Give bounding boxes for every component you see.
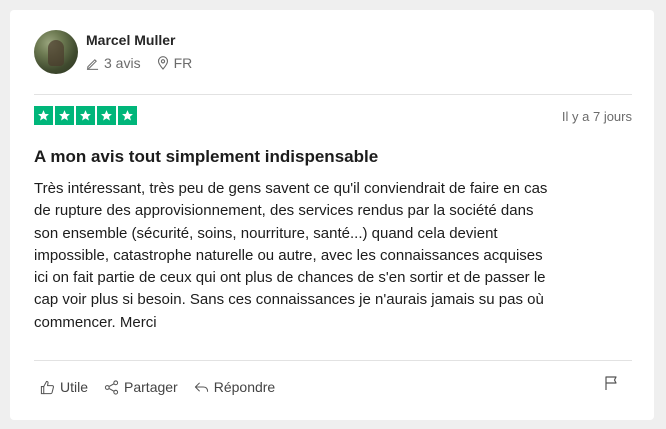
star-icon bbox=[118, 106, 137, 125]
thumbs-up-icon bbox=[40, 380, 54, 394]
reply-button[interactable]: Répondre bbox=[194, 379, 276, 395]
review-body-line: cap voir plus si besoin. Sans ces connai… bbox=[34, 291, 544, 309]
review-body-line: Très intéressant, très peu de gens saven… bbox=[34, 180, 548, 197]
useful-button[interactable]: Utile bbox=[40, 379, 88, 395]
reply-icon bbox=[194, 381, 208, 392]
flag-icon bbox=[605, 376, 617, 390]
reviewer-meta: 3 avis FR bbox=[86, 55, 192, 71]
review-body-line: ici on fait partie de ceux qui ont plus … bbox=[34, 269, 546, 287]
review-body: Très intéressant, très peu de gens saven… bbox=[34, 178, 634, 334]
divider bbox=[34, 94, 632, 95]
share-button[interactable]: Partager bbox=[104, 379, 178, 395]
star-icon bbox=[55, 106, 74, 125]
review-body-line: impossible, catastrophe naturelle ou aut… bbox=[34, 246, 543, 264]
share-label: Partager bbox=[124, 379, 178, 395]
reviews-count-label: 3 avis bbox=[104, 55, 141, 71]
star-icon bbox=[76, 106, 95, 125]
review-body-line: commencer. Merci bbox=[34, 313, 157, 331]
share-icon bbox=[104, 379, 119, 395]
review-body-line: de rupture des approvisionnement, des se… bbox=[34, 202, 534, 220]
review-card: Marcel Muller 3 avis FR Il y a 7 jours A… bbox=[10, 10, 654, 420]
useful-label: Utile bbox=[60, 379, 89, 395]
divider bbox=[34, 360, 632, 361]
review-date: Il y a 7 jours bbox=[561, 109, 632, 124]
reviewer-country: FR bbox=[157, 55, 193, 71]
star-icon bbox=[34, 106, 53, 125]
pencil-icon bbox=[86, 58, 99, 70]
country-label: FR bbox=[173, 55, 193, 71]
reviewer-name[interactable]: Marcel Muller bbox=[86, 32, 175, 48]
report-flag-button[interactable] bbox=[604, 375, 618, 396]
reply-label: Répondre bbox=[213, 379, 276, 395]
review-actions: Utile Partager Répondre bbox=[40, 379, 291, 395]
review-body-line: son ensemble (sécurité, soins, nourritur… bbox=[34, 224, 498, 242]
location-pin-icon bbox=[157, 56, 168, 70]
review-title[interactable]: A mon avis tout simplement indispensable bbox=[34, 147, 378, 167]
avatar[interactable] bbox=[34, 30, 78, 74]
star-icon bbox=[97, 106, 116, 125]
reviews-count: 3 avis bbox=[86, 55, 141, 71]
star-rating bbox=[34, 106, 139, 125]
